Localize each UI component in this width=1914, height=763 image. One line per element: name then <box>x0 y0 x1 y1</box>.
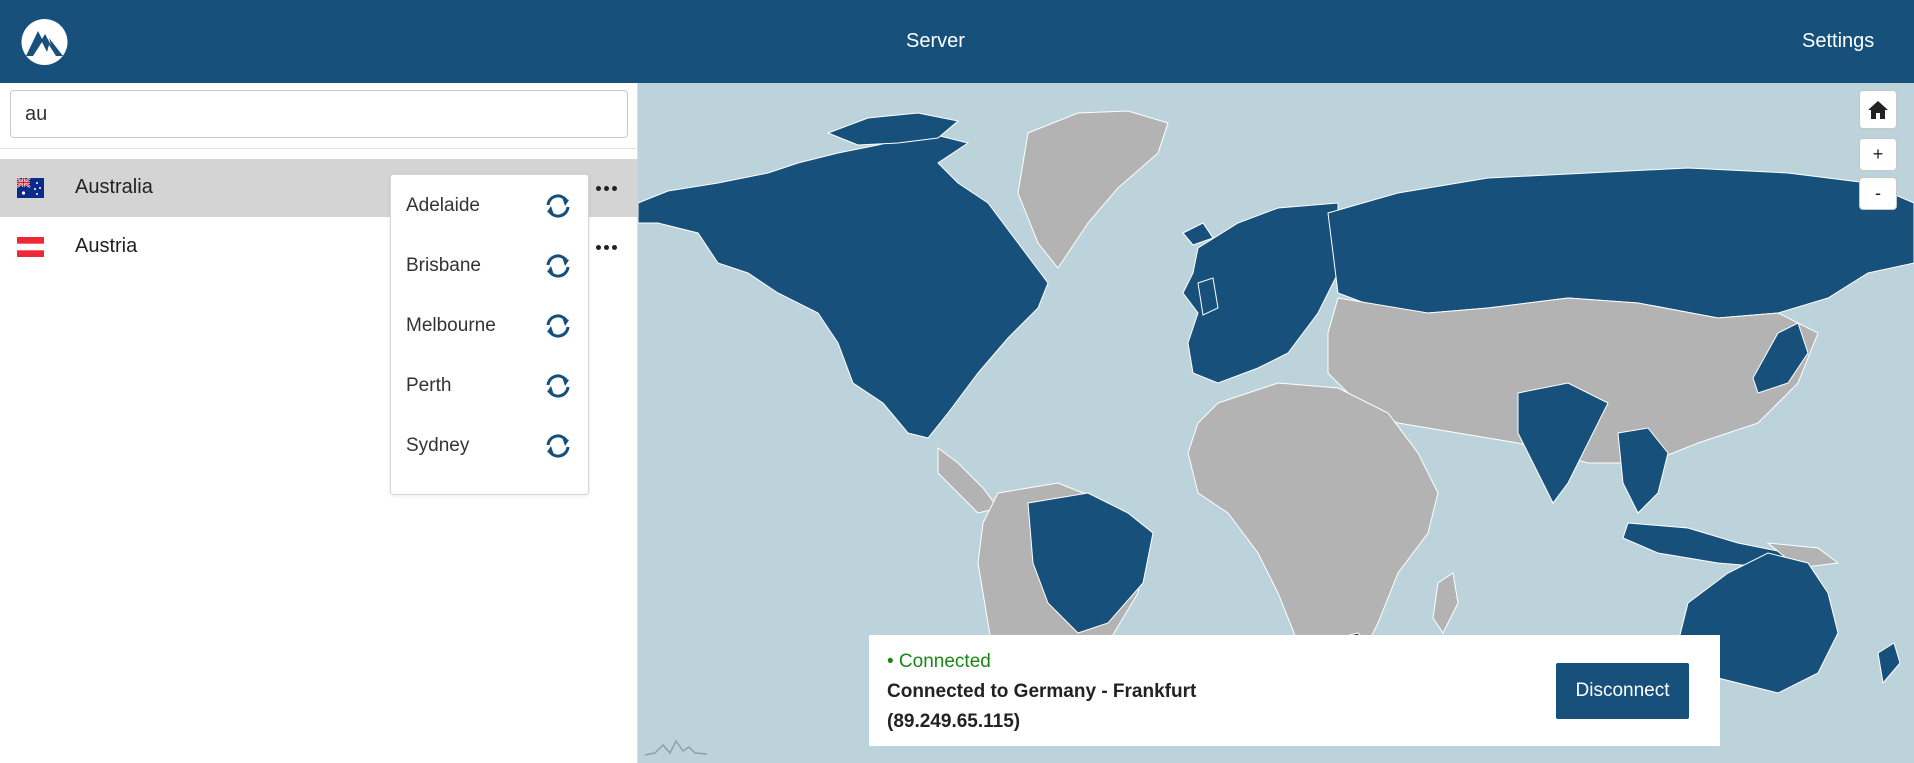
city-item-perth[interactable]: Perth <box>391 355 590 415</box>
region-new-zealand <box>1877 642 1901 685</box>
zoom-in-button[interactable]: + <box>1859 138 1897 171</box>
city-label: Perth <box>406 375 452 396</box>
search-input[interactable] <box>10 90 628 138</box>
city-item-brisbane[interactable]: Brisbane <box>391 235 590 295</box>
region-north-america <box>638 132 1049 439</box>
divider <box>0 148 638 149</box>
connection-location: Connected to Germany - Frankfurt <box>887 681 1197 702</box>
nav-settings[interactable]: Settings <box>1802 30 1874 53</box>
map-watermark-icon <box>644 739 708 756</box>
city-item-melbourne[interactable]: Melbourne <box>391 295 590 355</box>
connection-state: • Connected <box>887 651 991 672</box>
australia-flag-icon <box>17 178 44 198</box>
city-dropdown: Adelaide Brisbane Melbourne Perth Sydney <box>390 174 589 495</box>
city-label: Melbourne <box>406 315 496 336</box>
reconnect-icon[interactable] <box>543 192 573 220</box>
reconnect-icon[interactable] <box>543 432 573 460</box>
connection-status-panel: • Connected Connected to Germany - Frank… <box>869 635 1720 746</box>
city-item-sydney[interactable]: Sydney <box>391 415 590 475</box>
austria-flag-icon <box>17 237 44 257</box>
city-item-adelaide[interactable]: Adelaide <box>391 175 590 235</box>
region-central-america <box>937 447 999 514</box>
city-label: Brisbane <box>406 255 481 276</box>
region-russia <box>1327 167 1914 319</box>
city-label: Adelaide <box>406 195 480 216</box>
nav-server[interactable]: Server <box>906 30 965 53</box>
mountain-logo-icon[interactable] <box>19 19 70 65</box>
reconnect-icon[interactable] <box>543 372 573 400</box>
more-dots-icon[interactable] <box>594 234 620 260</box>
zoom-out-button[interactable]: - <box>1859 177 1897 210</box>
country-label: Australia <box>75 176 153 198</box>
reconnect-icon[interactable] <box>543 252 573 280</box>
disconnect-button[interactable]: Disconnect <box>1556 663 1689 719</box>
region-madagascar <box>1432 572 1459 634</box>
home-button[interactable] <box>1859 90 1897 129</box>
country-label: Austria <box>75 235 138 257</box>
reconnect-icon[interactable] <box>543 312 573 340</box>
connection-ip: (89.249.65.115) <box>887 711 1021 732</box>
region-greenland <box>1017 110 1169 269</box>
top-bar: Server Settings <box>0 0 1914 83</box>
home-icon <box>1868 101 1888 119</box>
city-label: Sydney <box>406 435 470 456</box>
more-dots-icon[interactable] <box>594 175 620 201</box>
